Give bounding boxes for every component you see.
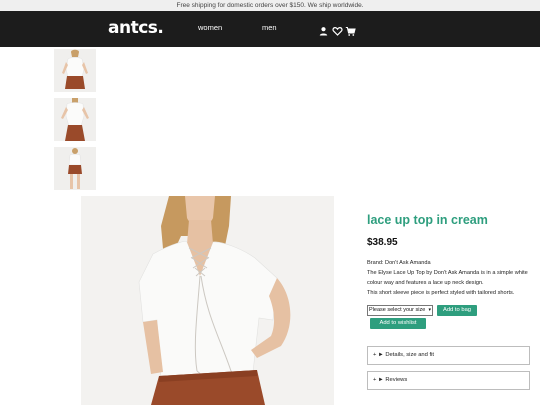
add-to-wishlist-button[interactable]: Add to wishlist bbox=[370, 318, 426, 329]
thumbnail-2[interactable] bbox=[54, 98, 96, 141]
description-line-2: colour way and features a lace up neck d… bbox=[367, 280, 484, 286]
description-line-3: This short sleeve piece is perfect style… bbox=[367, 290, 515, 296]
promo-bar: Free shipping for domestic orders over $… bbox=[0, 0, 540, 11]
heart-icon[interactable] bbox=[332, 24, 343, 36]
size-select[interactable]: Please select your size ▾ bbox=[367, 305, 433, 316]
accordion-details-label: ► Details, size and fit bbox=[378, 352, 434, 358]
accordion-reviews[interactable]: + ► Reviews bbox=[367, 371, 530, 390]
chevron-down-icon: ▾ bbox=[428, 307, 431, 313]
nav-link-men[interactable]: men bbox=[262, 23, 277, 33]
accordion-details[interactable]: + ► Details, size and fit bbox=[367, 346, 530, 365]
thumbnail-1[interactable] bbox=[54, 49, 96, 92]
main-product-image[interactable] bbox=[81, 196, 334, 405]
user-icon[interactable] bbox=[318, 24, 329, 36]
cart-icon[interactable] bbox=[345, 24, 356, 36]
product-description: Brand: Don't Ask Amanda The Elyse Lace U… bbox=[367, 258, 532, 298]
logo[interactable]: antcs. bbox=[108, 17, 164, 39]
top-nav: antcs. women men bbox=[0, 11, 540, 47]
add-to-bag-button[interactable]: Add to bag bbox=[437, 305, 477, 316]
description-line-1: The Elyse Lace Up Top by Don't Ask Amand… bbox=[367, 270, 528, 276]
product-price: $38.95 bbox=[367, 237, 398, 248]
promo-text: Free shipping for domestic orders over $… bbox=[176, 2, 364, 9]
size-select-value: Please select your size bbox=[369, 307, 426, 313]
nav-link-women[interactable]: women bbox=[198, 23, 222, 33]
thumbnail-3[interactable] bbox=[54, 147, 96, 190]
product-title: lace up top in cream bbox=[367, 213, 488, 227]
accordion-reviews-label: ► Reviews bbox=[378, 377, 408, 383]
product-brand: Brand: Don't Ask Amanda bbox=[367, 260, 431, 266]
